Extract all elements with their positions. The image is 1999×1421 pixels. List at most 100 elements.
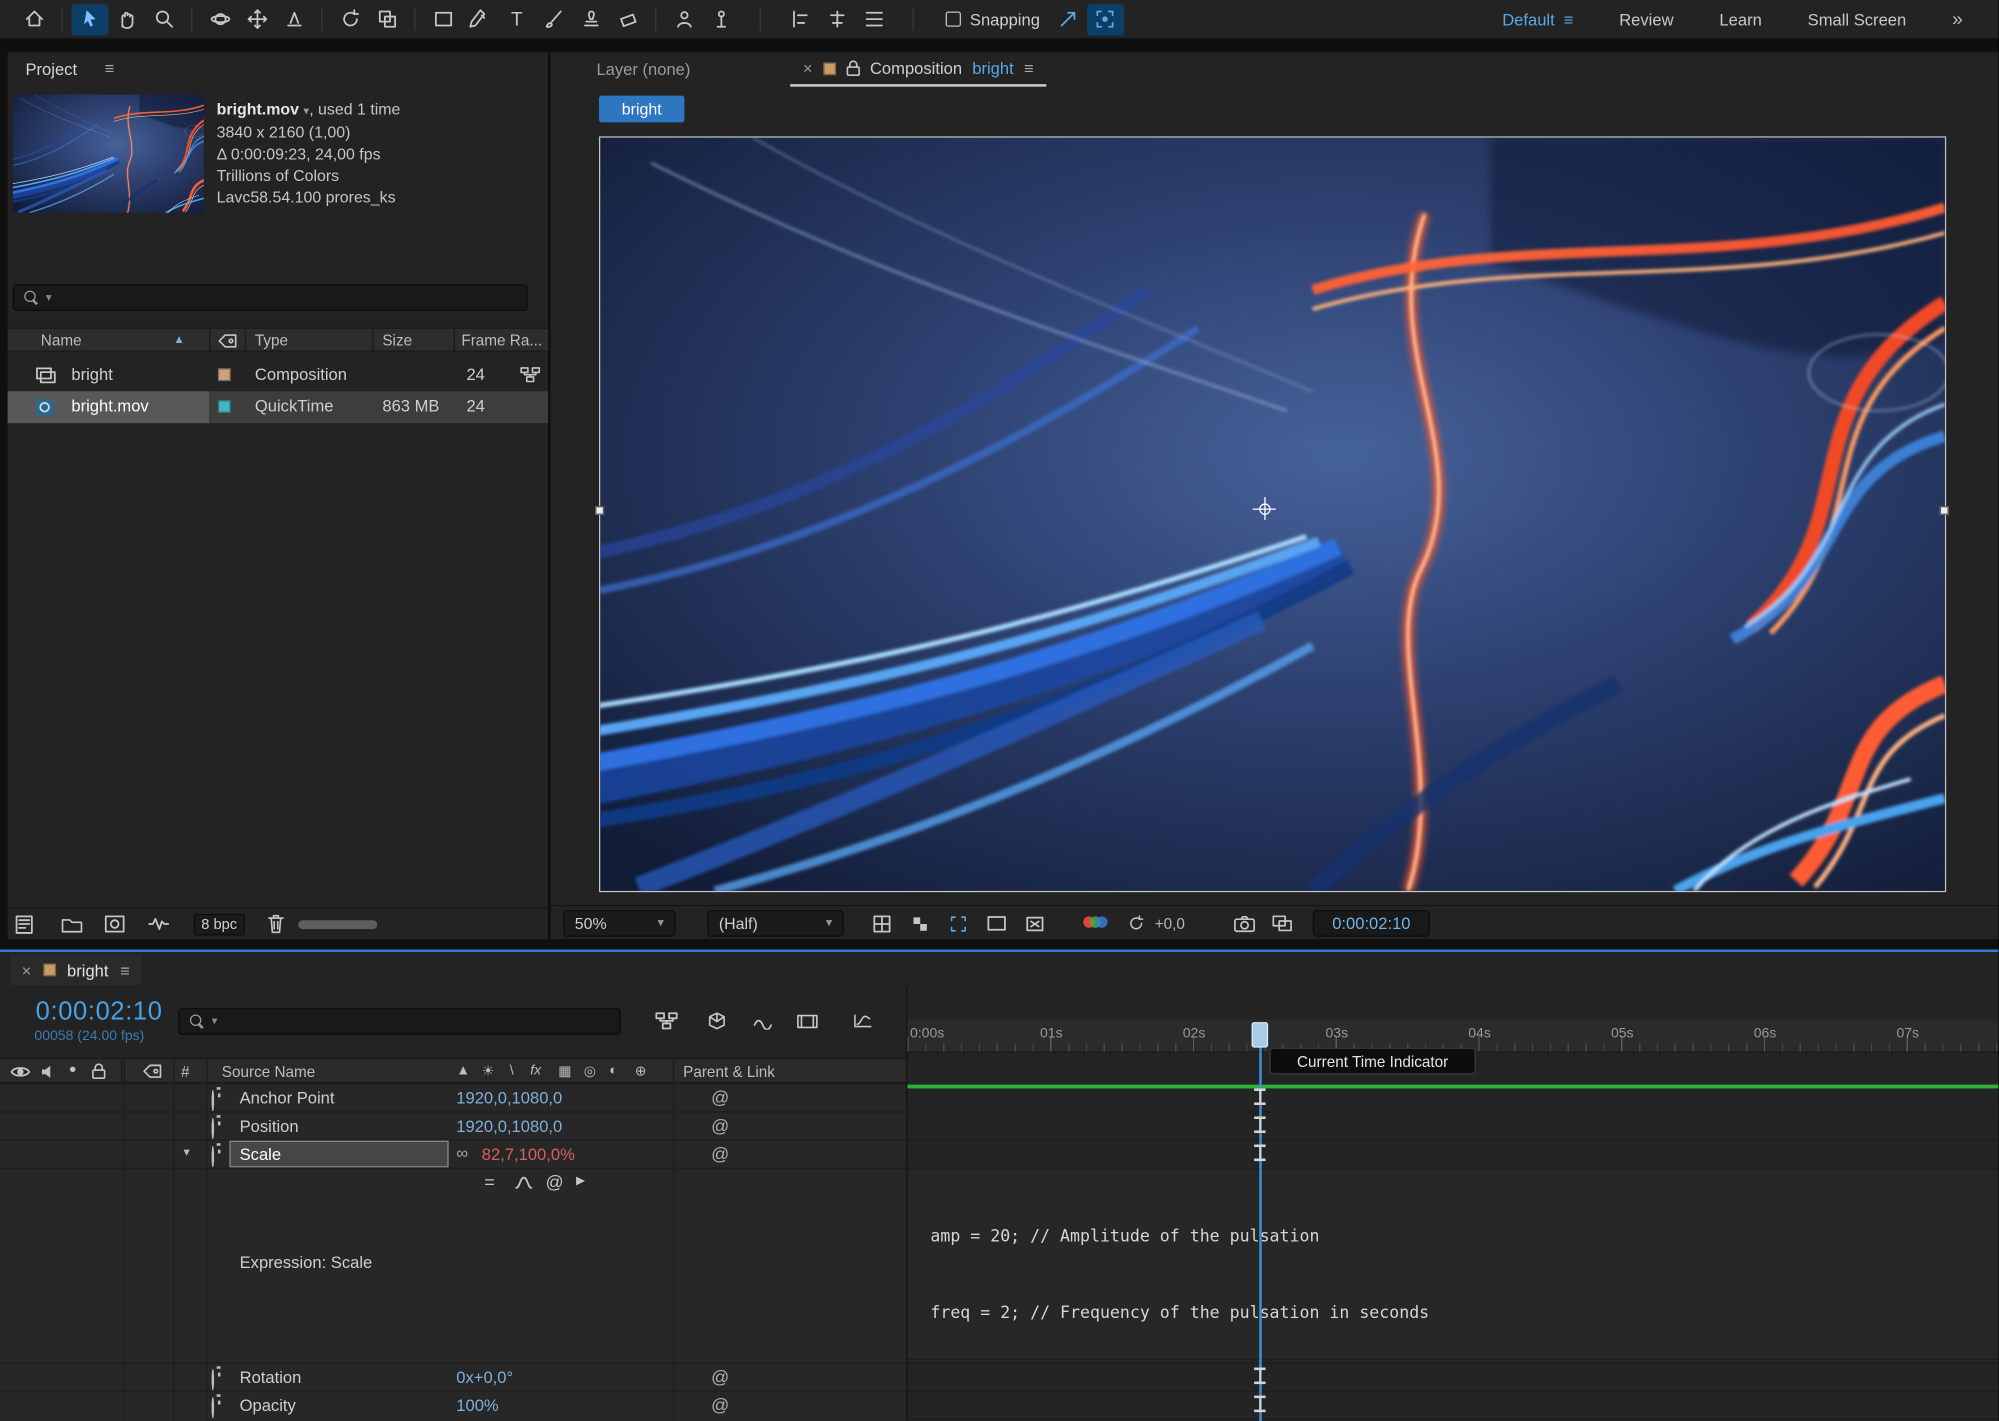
draft-3d-button[interactable]	[700, 1008, 733, 1033]
eraser-tool-button[interactable]	[609, 3, 646, 35]
position-value[interactable]: 1920,0,1080,0	[456, 1116, 562, 1135]
pick-whip-icon[interactable]: @	[711, 1394, 729, 1414]
graph-editor-button[interactable]	[846, 1008, 879, 1033]
workspace-menu[interactable]: Default ≡	[1502, 10, 1573, 29]
project-row-footage[interactable]: bright.mov QuickTime 863 MB 24	[8, 391, 548, 423]
puppet-pin-tool-button[interactable]	[702, 3, 739, 35]
property-row-opacity[interactable]: Opacity 100% @	[0, 1390, 907, 1418]
mask-visibility-button[interactable]	[981, 911, 1012, 935]
snapping-checkbox[interactable]	[946, 11, 961, 26]
interpret-footage-icon[interactable]	[15, 915, 38, 934]
panel-menu-icon[interactable]: ≡	[105, 59, 115, 78]
label-color-icon[interactable]	[143, 1064, 162, 1078]
solo-icon[interactable]: ●	[69, 1063, 77, 1077]
label-color-icon[interactable]	[218, 334, 237, 348]
property-row-position[interactable]: Position 1920,0,1080,0 @	[0, 1111, 907, 1139]
new-composition-icon[interactable]	[105, 915, 125, 933]
label-chip[interactable]	[218, 400, 231, 413]
flowchart-icon[interactable]	[520, 366, 540, 384]
comp-mini-flowchart-button[interactable]	[650, 1008, 683, 1033]
layer-handle-right[interactable]	[1940, 506, 1949, 515]
project-search-input[interactable]: ▾	[13, 284, 528, 311]
show-snapshot-button[interactable]	[1267, 911, 1298, 935]
hide-shy-layers-button[interactable]	[746, 1008, 779, 1033]
frame-blend-icon[interactable]: ▦	[558, 1063, 571, 1080]
panel-menu-icon[interactable]: ≡	[120, 960, 130, 979]
property-row-scale[interactable]: ▾ Scale ∞ 82,7,100,0% @	[0, 1139, 907, 1167]
clone-stamp-tool-button[interactable]	[572, 3, 609, 35]
footage-thumbnail[interactable]	[13, 94, 204, 213]
align-center-button[interactable]	[818, 3, 855, 35]
layer-anchor-point[interactable]	[1253, 497, 1276, 520]
orbit-camera-tool-button[interactable]	[201, 3, 238, 35]
region-of-interest-button[interactable]	[943, 911, 974, 935]
eye-icon[interactable]	[10, 1065, 30, 1078]
menu-review[interactable]: Review	[1619, 10, 1673, 29]
tab-composition[interactable]: × Composition bright ≡	[790, 52, 1046, 86]
expression-language-menu-icon[interactable]: ▶	[576, 1174, 585, 1188]
roto-brush-tool-button[interactable]	[665, 3, 702, 35]
pen-tool-button[interactable]	[461, 3, 498, 35]
column-parent-link[interactable]: Parent & Link	[683, 1063, 775, 1081]
expression-pick-whip-icon[interactable]: @	[545, 1171, 563, 1191]
pan-camera-tool-button[interactable]	[238, 3, 275, 35]
waveform-icon[interactable]	[148, 916, 170, 931]
collapse-transformations-icon[interactable]: ☀	[482, 1063, 495, 1080]
exposure-value[interactable]: +0,0	[1155, 915, 1185, 933]
shape-tool-button[interactable]	[424, 3, 461, 35]
horizontal-scrollbar[interactable]	[298, 920, 377, 929]
brush-tool-button[interactable]	[535, 3, 572, 35]
home-button[interactable]	[15, 3, 52, 35]
shy-icon[interactable]: ▲	[456, 1063, 470, 1078]
transparency-grid-button[interactable]	[905, 911, 936, 935]
3d-layer-icon[interactable]: ⊕	[635, 1063, 647, 1080]
overflow-chevrons-icon[interactable]: »	[1952, 8, 1963, 30]
layer-handle-left[interactable]	[595, 506, 604, 515]
adjustment-layer-icon[interactable]: ◐	[609, 1063, 617, 1078]
current-time-indicator-head[interactable]	[1252, 1022, 1269, 1047]
column-frame-rate[interactable]: Frame Ra...	[461, 331, 543, 349]
stopwatch-icon[interactable]	[212, 1090, 215, 1112]
crop-roi-button[interactable]	[1020, 911, 1051, 935]
frame-blending-button[interactable]	[790, 1008, 823, 1033]
tab-layer[interactable]: Layer (none)	[596, 60, 690, 79]
zoom-tool-button[interactable]	[145, 3, 182, 35]
anchor-point-value[interactable]: 1920,0,1080,0	[456, 1088, 562, 1107]
motion-blur-icon[interactable]: ◎	[584, 1063, 596, 1080]
column-name[interactable]: Name	[41, 331, 82, 349]
fx-icon[interactable]: fx	[530, 1063, 541, 1078]
snap-to-features-button[interactable]	[1087, 3, 1124, 35]
panel-menu-icon[interactable]: ≡	[1024, 59, 1034, 78]
type-tool-button[interactable]: T	[498, 3, 535, 35]
audio-icon[interactable]	[41, 1064, 58, 1079]
close-icon[interactable]: ×	[22, 960, 32, 979]
column-index[interactable]: #	[181, 1063, 190, 1081]
project-row-composition[interactable]: bright Composition 24	[8, 359, 548, 391]
close-icon[interactable]: ×	[803, 59, 813, 78]
label-chip[interactable]	[218, 368, 231, 381]
pick-whip-icon[interactable]: @	[711, 1143, 729, 1163]
expression-editor[interactable]: amp = 20; // Amplitude of the pulsation …	[907, 1169, 1998, 1360]
column-type[interactable]: Type	[255, 331, 288, 349]
quality-icon[interactable]: \	[510, 1063, 514, 1078]
bit-depth-button[interactable]: 8 bpc	[194, 914, 245, 936]
selection-tool-button[interactable]	[71, 3, 108, 35]
resolution-select[interactable]: (Half)▾	[707, 910, 843, 937]
rotation-tool-button[interactable]	[331, 3, 368, 35]
viewer-timecode[interactable]: 0:00:02:10	[1313, 910, 1430, 937]
pan-behind-tool-button[interactable]	[368, 3, 405, 35]
trash-icon[interactable]	[268, 914, 285, 934]
new-folder-icon[interactable]	[61, 916, 83, 933]
timeline-tab[interactable]: × bright ≡	[10, 955, 141, 986]
property-row-anchor-point[interactable]: Anchor Point 1920,0,1080,0 @	[0, 1083, 907, 1111]
zoom-select[interactable]: 50%▾	[563, 910, 675, 937]
project-tab[interactable]: Project	[25, 60, 77, 79]
expression-graph-icon[interactable]	[515, 1175, 535, 1190]
pick-whip-icon[interactable]: @	[711, 1366, 729, 1386]
stopwatch-icon[interactable]	[212, 1118, 215, 1140]
current-time-indicator-line[interactable]	[1259, 1022, 1262, 1421]
distribute-button[interactable]	[855, 3, 892, 35]
hand-tool-button[interactable]	[108, 3, 145, 35]
column-size[interactable]: Size	[382, 331, 412, 349]
column-source-name[interactable]: Source Name	[222, 1063, 316, 1081]
